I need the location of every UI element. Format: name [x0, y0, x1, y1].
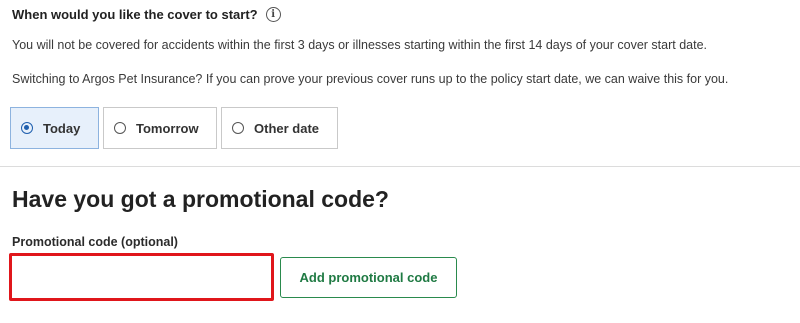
switching-provider-note: Switching to Argos Pet Insurance? If you…	[12, 72, 729, 86]
add-promo-code-button[interactable]: Add promotional code	[280, 257, 457, 298]
radio-other-date-label: Other date	[254, 120, 320, 136]
radio-other-date[interactable]: Other date	[221, 107, 338, 149]
cover-waiting-period-note: You will not be covered for accidents wi…	[12, 38, 708, 52]
radio-unselected-icon[interactable]	[232, 122, 244, 134]
radio-unselected-icon[interactable]	[114, 122, 126, 134]
info-icon[interactable]: i	[265, 7, 281, 22]
radio-tomorrow[interactable]: Tomorrow	[103, 107, 217, 149]
radio-today[interactable]: Today	[10, 107, 99, 149]
promo-code-input[interactable]	[9, 253, 274, 301]
cover-start-question-text: When would you like the cover to start?	[12, 7, 258, 22]
radio-selected-icon[interactable]	[21, 122, 33, 134]
radio-today-label: Today	[43, 120, 81, 136]
radio-tomorrow-label: Tomorrow	[136, 120, 199, 136]
promo-heading: Have you got a promotional code?	[12, 186, 389, 212]
section-divider	[0, 166, 800, 167]
promo-code-label: Promotional code (optional)	[12, 235, 178, 249]
cover-start-question: When would you like the cover to start? …	[12, 7, 281, 22]
cover-start-options: Today Tomorrow Other date	[10, 107, 342, 149]
